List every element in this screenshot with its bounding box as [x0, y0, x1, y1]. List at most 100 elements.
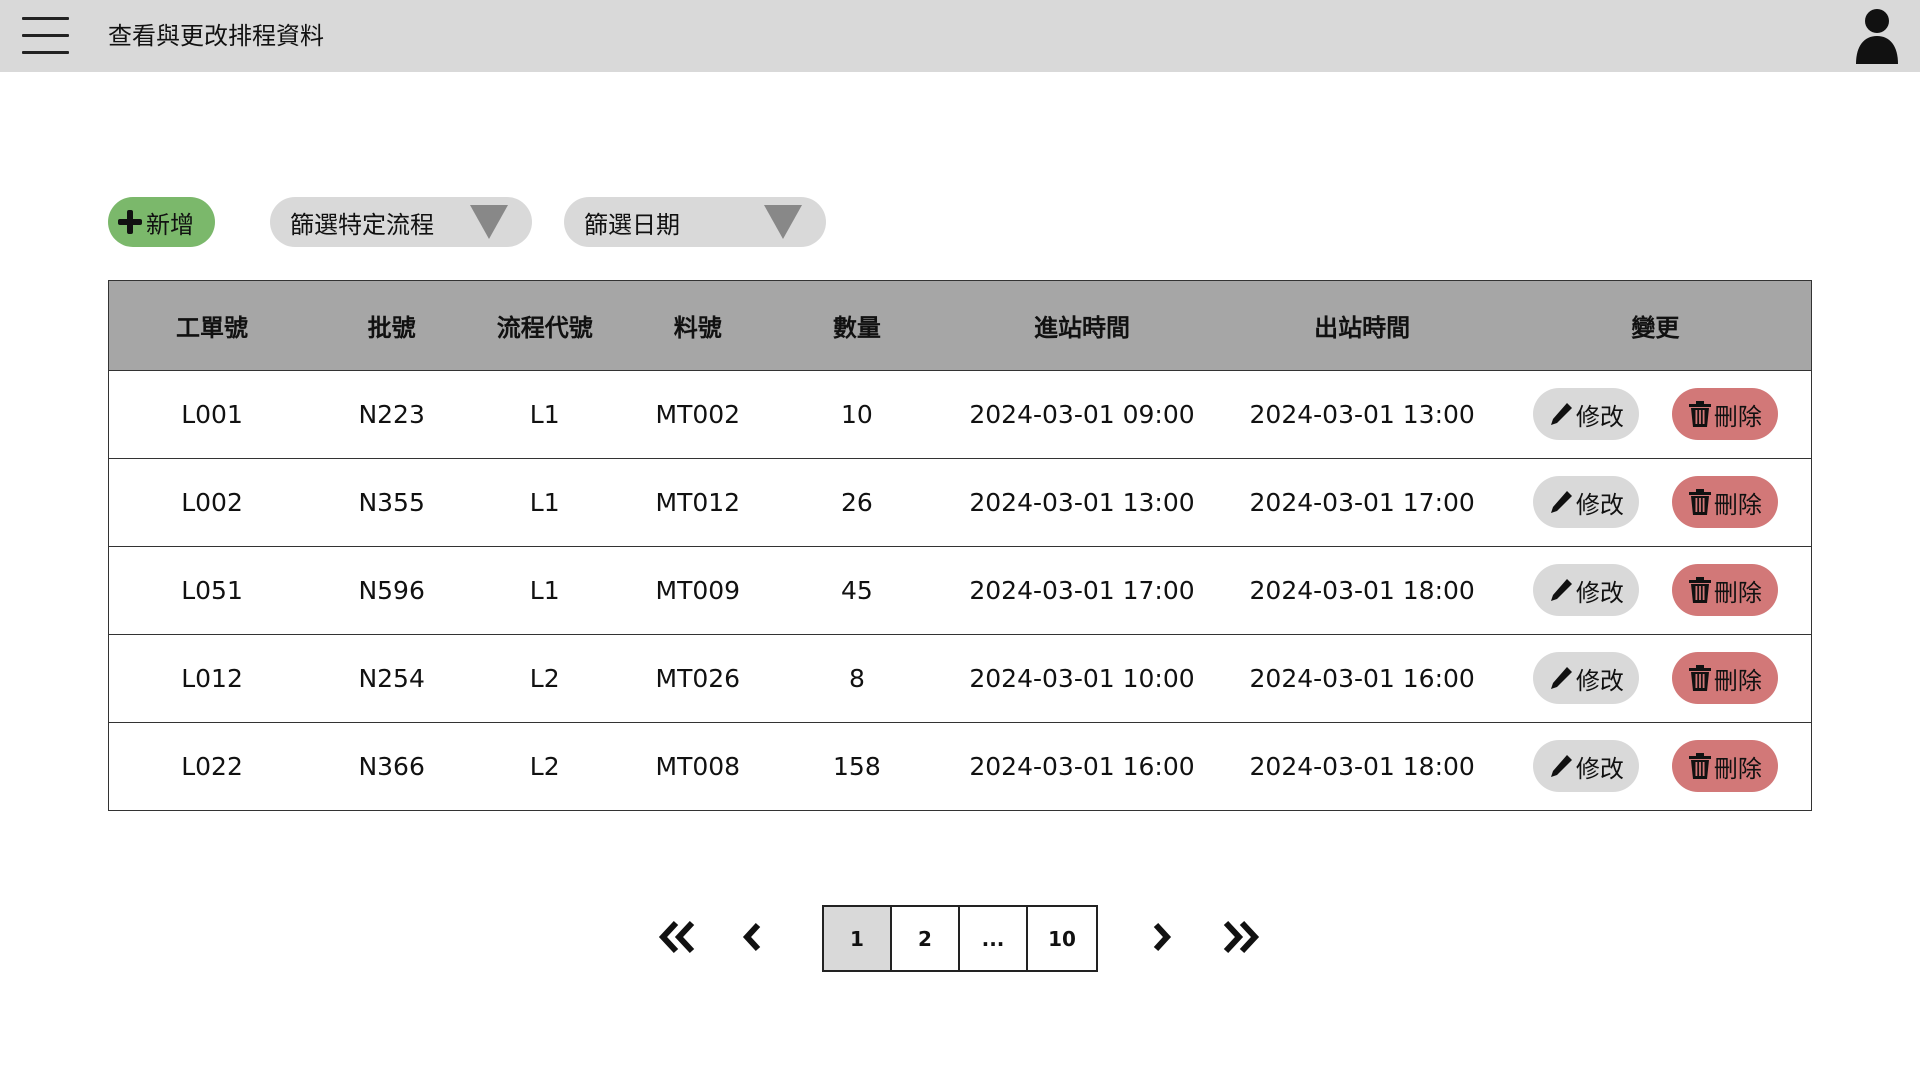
actions-cell: 修改 刪除 — [1500, 722, 1811, 810]
pencil-icon — [1550, 579, 1572, 601]
table-cell: MT009 — [655, 575, 741, 605]
filter-flow-label: 篩選特定流程 — [290, 210, 434, 239]
edit-button[interactable]: 修改 — [1532, 476, 1639, 528]
table-cell: MT008 — [655, 751, 741, 781]
delete-button[interactable]: 刪除 — [1671, 388, 1778, 440]
edit-label: 修改 — [1575, 754, 1624, 783]
edit-button[interactable]: 修改 — [1532, 564, 1639, 616]
table-cell: 2024-03-01 18:00 — [1249, 575, 1475, 605]
edit-label: 修改 — [1575, 490, 1624, 519]
delete-label: 刪除 — [1713, 666, 1762, 695]
table-cell: 2024-03-01 09:00 — [969, 399, 1195, 429]
column-header: 批號 — [367, 313, 416, 342]
table-cell: L2 — [529, 751, 560, 781]
edit-label: 修改 — [1575, 666, 1624, 695]
table-cell: N223 — [358, 399, 425, 429]
delete-label: 刪除 — [1713, 578, 1762, 607]
pencil-icon — [1550, 491, 1572, 513]
plus-icon — [118, 210, 142, 234]
page-title: 查看與更改排程資料 — [108, 22, 324, 50]
actions-cell: 修改 刪除 — [1500, 634, 1811, 722]
delete-button[interactable]: 刪除 — [1671, 476, 1778, 528]
table-cell: L012 — [181, 663, 243, 693]
filter-date-dropdown[interactable]: 篩選日期 — [564, 197, 826, 247]
trash-icon — [1688, 577, 1711, 603]
table-row: L001 N223 L1 MT002 10 2024-03-01 09:00 2… — [109, 370, 1811, 458]
table-cell: 2024-03-01 17:00 — [969, 575, 1195, 605]
filter-flow-dropdown[interactable]: 篩選特定流程 — [270, 197, 532, 247]
first-page-icon[interactable] — [658, 919, 696, 955]
table-cell: 10 — [840, 399, 873, 429]
add-button[interactable]: 新增 — [108, 197, 215, 247]
table-cell: 2024-03-01 13:00 — [1249, 399, 1475, 429]
delete-button[interactable]: 刪除 — [1671, 564, 1778, 616]
edit-button[interactable]: 修改 — [1532, 652, 1639, 704]
table-cell: N355 — [358, 487, 425, 517]
row-actions: 修改 刪除 — [1500, 652, 1811, 704]
filter-date-label: 篩選日期 — [584, 210, 680, 239]
table-cell: L051 — [181, 575, 243, 605]
edit-button[interactable]: 修改 — [1532, 740, 1639, 793]
edit-label: 修改 — [1575, 402, 1624, 431]
schedule-table: 工單號 批號 流程代號 料號 數量 進站時間 出站時間 變更 L001 N223… — [108, 280, 1812, 811]
pencil-icon — [1550, 755, 1572, 778]
next-page-icon[interactable] — [1150, 919, 1174, 955]
table-cell: 2024-03-01 18:00 — [1249, 751, 1475, 781]
column-header: 出站時間 — [1314, 313, 1411, 342]
column-header: 流程代號 — [496, 313, 593, 342]
menu-line — [22, 34, 69, 37]
column-header: 工單號 — [176, 313, 249, 342]
actions-cell: 修改 刪除 — [1500, 458, 1811, 546]
hamburger-menu-icon[interactable] — [22, 17, 69, 55]
delete-label: 刪除 — [1713, 402, 1762, 431]
table-cell: L2 — [529, 663, 560, 693]
last-page-icon[interactable] — [1222, 919, 1260, 955]
table-row: L022 N366 L2 MT008 158 2024-03-01 16:00 … — [109, 722, 1811, 810]
table-cell: L1 — [529, 487, 560, 517]
table-cell: L022 — [181, 751, 243, 781]
pencil-icon — [1550, 667, 1572, 689]
actions-cell: 修改 刪除 — [1500, 370, 1811, 458]
delete-label: 刪除 — [1713, 754, 1762, 783]
table-header-row: 工單號 批號 流程代號 料號 數量 進站時間 出站時間 變更 — [109, 281, 1811, 370]
column-header: 數量 — [832, 313, 881, 342]
row-actions: 修改 刪除 — [1500, 388, 1811, 440]
table-cell: MT012 — [655, 487, 741, 517]
page-button[interactable]: 1 — [824, 907, 892, 970]
table-cell: 26 — [840, 487, 873, 517]
row-actions: 修改 刪除 — [1500, 564, 1811, 616]
column-header: 變更 — [1631, 313, 1680, 342]
dropdown-triangle-icon — [764, 205, 802, 239]
edit-label: 修改 — [1575, 578, 1624, 607]
delete-button[interactable]: 刪除 — [1671, 740, 1778, 793]
table-cell: L1 — [529, 399, 560, 429]
menu-line — [22, 17, 69, 20]
previous-page-icon[interactable] — [740, 919, 764, 955]
table-cell: N366 — [358, 751, 425, 781]
user-avatar-icon[interactable] — [1854, 8, 1900, 64]
table-cell: N596 — [358, 575, 425, 605]
dropdown-triangle-icon — [470, 205, 508, 239]
table-cell: L1 — [529, 575, 560, 605]
table-row: L002 N355 L1 MT012 26 2024-03-01 13:00 2… — [109, 458, 1811, 546]
table-cell: L002 — [181, 487, 243, 517]
table-cell: L001 — [181, 399, 243, 429]
table-cell: 2024-03-01 10:00 — [969, 663, 1195, 693]
page-button[interactable]: 10 — [1028, 907, 1096, 970]
page-button[interactable]: 2 — [892, 907, 960, 970]
table-cell: 2024-03-01 16:00 — [1249, 663, 1475, 693]
table-cell: 45 — [840, 575, 873, 605]
edit-button[interactable]: 修改 — [1532, 388, 1639, 440]
table-cell: 8 — [848, 663, 865, 693]
delete-button[interactable]: 刪除 — [1671, 652, 1778, 704]
table-cell: MT002 — [655, 399, 741, 429]
pencil-icon — [1550, 403, 1572, 425]
table-cell: 2024-03-01 16:00 — [969, 751, 1195, 781]
page-ellipsis: ... — [960, 907, 1028, 970]
table-cell: 2024-03-01 13:00 — [969, 487, 1195, 517]
page-numbers: 1 2 ... 10 — [822, 905, 1098, 972]
menu-line — [22, 51, 69, 54]
actions-cell: 修改 刪除 — [1500, 546, 1811, 634]
trash-icon — [1688, 401, 1711, 427]
table-row: L012 N254 L2 MT026 8 2024-03-01 10:00 20… — [109, 634, 1811, 722]
